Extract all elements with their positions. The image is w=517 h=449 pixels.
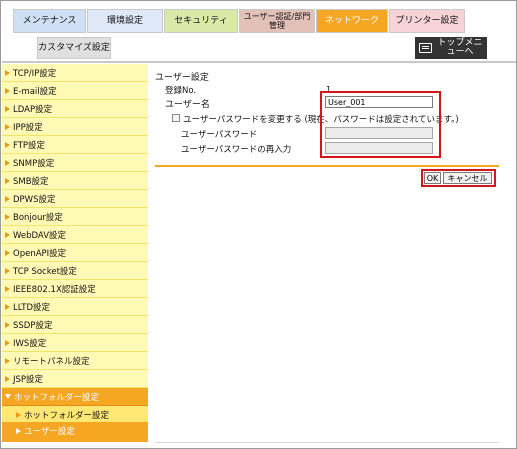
chevron-right-icon [5, 87, 10, 94]
user-name-input[interactable] [325, 96, 433, 108]
sidebar-item-email[interactable]: E-mail設定 [2, 82, 148, 100]
sidebar-item-label: DPWS設定 [13, 194, 56, 205]
sidebar: TCP/IP設定 E-mail設定 LDAP設定 IPP設定 FTP設定 SNM… [2, 64, 148, 446]
tab-user-auth[interactable]: ユーザー認証/部門管理 [239, 9, 315, 33]
sidebar-item-label: WebDAV設定 [13, 230, 67, 241]
tab-maintenance[interactable]: メンテナンス [13, 9, 86, 33]
password-input[interactable] [325, 127, 433, 139]
sidebar-item-webdav[interactable]: WebDAV設定 [2, 226, 148, 244]
reg-no-label: 登録No. [165, 86, 197, 96]
content-divider [155, 165, 499, 167]
sidebar-item-smb[interactable]: SMB設定 [2, 172, 148, 190]
sidebar-item-ftp[interactable]: FTP設定 [2, 136, 148, 154]
sidebar-bottom-bar [2, 438, 148, 442]
sidebar-item-label: SNMP設定 [13, 158, 55, 169]
password-confirm-label: ユーザーパスワードの再入力 [181, 145, 292, 155]
top-menu-button[interactable]: トップメニューへ [415, 37, 487, 59]
page-title: ユーザー設定 [155, 73, 209, 83]
sidebar-item-label: E-mail設定 [13, 86, 57, 97]
sidebar-item-label: FTP設定 [13, 140, 46, 151]
cancel-button[interactable]: キャンセル [443, 172, 492, 184]
chevron-right-icon [5, 249, 10, 256]
chevron-right-icon [5, 195, 10, 202]
sidebar-item-ipp[interactable]: IPP設定 [2, 118, 148, 136]
sidebar-item-label: Bonjour設定 [13, 212, 63, 223]
tab-network[interactable]: ネットワーク [316, 9, 388, 33]
sidebar-item-dpws[interactable]: DPWS設定 [2, 190, 148, 208]
sidebar-item-label: ホットフォルダー設定 [24, 410, 110, 421]
sidebar-item-label: OpenAPI設定 [13, 248, 67, 259]
chevron-right-icon [5, 123, 10, 130]
sidebar-item-label: TCP/IP設定 [13, 68, 57, 79]
menu-icon [419, 43, 432, 53]
chevron-down-icon [5, 394, 11, 399]
sidebar-item-label: IPP設定 [13, 122, 43, 133]
sidebar-item-openapi[interactable]: OpenAPI設定 [2, 244, 148, 262]
ok-button[interactable]: OK [424, 172, 441, 184]
chevron-right-icon [5, 177, 10, 184]
top-menu-label: トップメニューへ [437, 38, 483, 57]
reg-no-value: 1 [326, 85, 332, 94]
sidebar-item-ldap[interactable]: LDAP設定 [2, 100, 148, 118]
chevron-right-icon [5, 339, 10, 346]
chevron-right-icon [5, 321, 10, 328]
chevron-right-icon [5, 231, 10, 238]
sidebar-item-ieee8021x[interactable]: IEEE802.1X認証設定 [2, 280, 148, 298]
change-password-checkbox[interactable] [172, 114, 180, 122]
sidebar-item-label: SMB設定 [13, 176, 49, 187]
sidebar-item-tcpip[interactable]: TCP/IP設定 [2, 64, 148, 82]
content-bottom-line [155, 442, 499, 443]
sidebar-item-label: IWS設定 [13, 338, 47, 349]
sidebar-item-snmp[interactable]: SNMP設定 [2, 154, 148, 172]
sidebar-item-label: JSP設定 [13, 374, 44, 385]
sidebar-item-label: リモートパネル設定 [13, 356, 90, 367]
sidebar-item-tcp-socket[interactable]: TCP Socket設定 [2, 262, 148, 280]
change-password-label: ユーザーパスワードを変更する (現在、パスワードは設定されています。) [183, 115, 459, 125]
header-divider [2, 61, 516, 63]
sidebar-item-iws[interactable]: IWS設定 [2, 334, 148, 352]
sidebar-item-remote-panel[interactable]: リモートパネル設定 [2, 352, 148, 370]
user-name-label: ユーザー名 [165, 100, 210, 110]
sidebar-item-hot-folder[interactable]: ホットフォルダー設定 [2, 388, 148, 406]
chevron-right-icon [5, 105, 10, 112]
chevron-right-icon [5, 375, 10, 382]
chevron-right-icon [5, 141, 10, 148]
sidebar-item-bonjour[interactable]: Bonjour設定 [2, 208, 148, 226]
chevron-right-icon [5, 303, 10, 310]
chevron-right-icon [5, 69, 10, 76]
chevron-right-icon [5, 267, 10, 274]
chevron-right-icon [5, 213, 10, 220]
tab-security[interactable]: セキュリティ [164, 9, 238, 33]
sidebar-item-label: ホットフォルダー設定 [14, 392, 100, 403]
chevron-right-icon [16, 411, 21, 418]
sidebar-item-label: LLTD設定 [13, 302, 51, 313]
password-confirm-input[interactable] [325, 142, 433, 154]
main-window: メンテナンス 環境設定 セキュリティ ユーザー認証/部門管理 ネットワーク プリ… [0, 0, 517, 449]
sidebar-item-label: SSDP設定 [13, 320, 53, 331]
sidebar-item-ssdp[interactable]: SSDP設定 [2, 316, 148, 334]
sidebar-item-label: ユーザー設定 [24, 426, 75, 437]
sidebar-item-jsp[interactable]: JSP設定 [2, 370, 148, 388]
chevron-right-icon [5, 357, 10, 364]
chevron-right-icon [16, 427, 21, 434]
password-label: ユーザーパスワード [181, 130, 258, 140]
sidebar-item-label: LDAP設定 [13, 104, 53, 115]
sidebar-item-lltd[interactable]: LLTD設定 [2, 298, 148, 316]
tab-environment[interactable]: 環境設定 [87, 9, 163, 33]
sidebar-item-label: TCP Socket設定 [13, 266, 77, 277]
tab-printer-settings[interactable]: プリンター設定 [389, 9, 465, 33]
chevron-right-icon [5, 285, 10, 292]
tab-customize[interactable]: カスタマイズ設定 [37, 37, 111, 59]
chevron-right-icon [5, 159, 10, 166]
sidebar-item-label: IEEE802.1X認証設定 [13, 284, 96, 295]
